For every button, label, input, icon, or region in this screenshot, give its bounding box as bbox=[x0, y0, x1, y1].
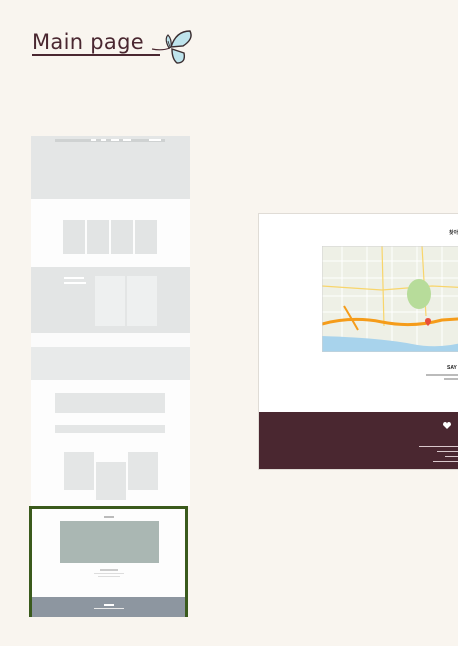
detail-section-heading: 찾아 bbox=[449, 230, 458, 236]
thumb-divider-section bbox=[31, 333, 190, 347]
thumb-footer bbox=[32, 597, 185, 617]
contact-detail-preview[interactable]: 찾아 SAY bbox=[258, 213, 458, 470]
location-map[interactable] bbox=[322, 246, 458, 352]
thumb-strip-section[interactable] bbox=[31, 347, 190, 380]
site-footer bbox=[259, 412, 458, 469]
brand-name-text: SAY bbox=[447, 365, 457, 371]
thumb-header-section[interactable] bbox=[31, 136, 190, 199]
thumb-banner-section[interactable] bbox=[31, 267, 190, 333]
heart-icon bbox=[443, 422, 451, 429]
thumb-map-box bbox=[60, 521, 159, 563]
page-title: Main page bbox=[32, 30, 144, 54]
map-pin-icon bbox=[425, 318, 431, 326]
thumb-contact-section-selected[interactable] bbox=[29, 506, 188, 617]
thumb-content-section[interactable] bbox=[31, 380, 190, 506]
title-underline bbox=[32, 54, 160, 56]
butterfly-icon bbox=[151, 30, 192, 64]
thumb-products-section[interactable] bbox=[31, 199, 190, 267]
